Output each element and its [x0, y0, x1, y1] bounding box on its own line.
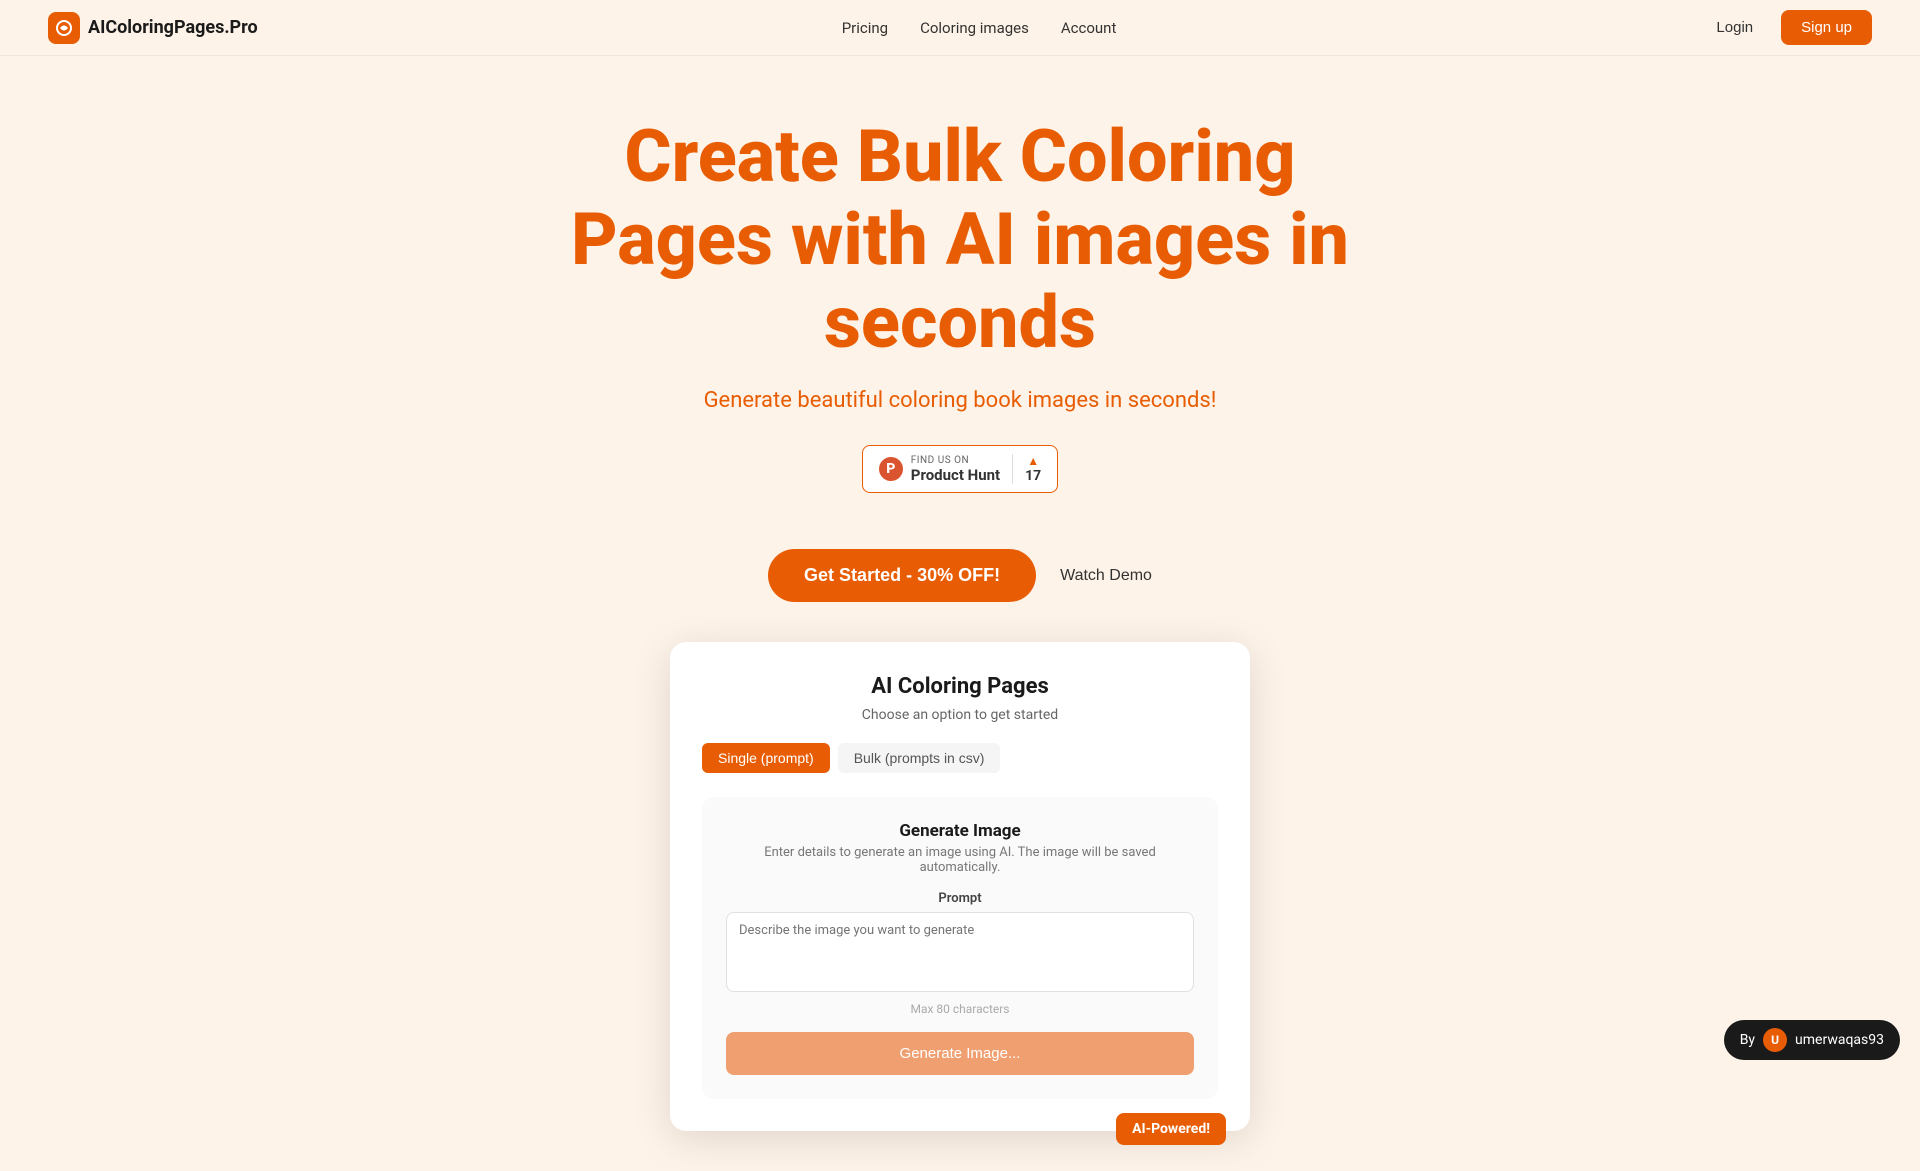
- prompt-textarea[interactable]: [726, 912, 1194, 992]
- generate-image-button[interactable]: Generate Image...: [726, 1032, 1194, 1075]
- prompt-label: Prompt: [726, 891, 1194, 906]
- cta-row: Get Started - 30% OFF! Watch Demo: [20, 549, 1900, 602]
- tab-single-prompt[interactable]: Single (prompt): [702, 743, 830, 773]
- watch-demo-button[interactable]: Watch Demo: [1060, 567, 1152, 585]
- nav-links: Pricing Coloring images Account: [842, 19, 1117, 37]
- signup-button[interactable]: Sign up: [1781, 10, 1872, 45]
- generate-box: Generate Image Enter details to generate…: [702, 797, 1218, 1099]
- ph-vote-count: ▲ 17: [1012, 454, 1041, 484]
- nav-link-account[interactable]: Account: [1061, 19, 1117, 37]
- ph-arrow-icon: ▲: [1027, 454, 1039, 468]
- navbar: AIColoringPages.Pro Pricing Coloring ima…: [0, 0, 1920, 56]
- ph-find-label: FIND US ON: [911, 455, 969, 466]
- nav-link-pricing[interactable]: Pricing: [842, 19, 888, 37]
- login-button[interactable]: Login: [1700, 11, 1769, 44]
- by-label: By: [1740, 1032, 1755, 1048]
- by-user-badge: By U umerwaqas93: [1724, 1020, 1900, 1060]
- nav-logo[interactable]: AIColoringPages.Pro: [48, 12, 258, 44]
- ph-text: FIND US ON Product Hunt: [911, 455, 1000, 484]
- tab-bulk-prompts[interactable]: Bulk (prompts in csv): [838, 743, 1001, 773]
- ph-name: Product Hunt: [911, 466, 1000, 484]
- max-chars-hint: Max 80 characters: [726, 1002, 1194, 1016]
- app-card-subtitle: Choose an option to get started: [702, 707, 1218, 723]
- hero-section: Create Bulk Coloring Pages with AI image…: [0, 56, 1920, 1171]
- user-avatar: U: [1763, 1028, 1787, 1052]
- ph-number: 17: [1025, 468, 1041, 484]
- hero-subtitle: Generate beautiful coloring book images …: [20, 388, 1900, 413]
- logo-icon: [48, 12, 80, 44]
- app-card-title: AI Coloring Pages: [702, 674, 1218, 699]
- ph-logo-icon: P: [879, 457, 903, 481]
- tab-row: Single (prompt) Bulk (prompts in csv): [702, 743, 1218, 773]
- nav-actions: Login Sign up: [1700, 10, 1872, 45]
- app-preview-card: AI Coloring Pages Choose an option to ge…: [670, 642, 1250, 1131]
- username: umerwaqas93: [1795, 1032, 1884, 1048]
- hero-title: Create Bulk Coloring Pages with AI image…: [560, 116, 1360, 364]
- ai-powered-badge: AI-Powered!: [1116, 1113, 1226, 1145]
- generate-title: Generate Image: [726, 821, 1194, 841]
- logo-text: AIColoringPages.Pro: [88, 17, 258, 38]
- generate-description: Enter details to generate an image using…: [726, 845, 1194, 875]
- product-hunt-badge[interactable]: P FIND US ON Product Hunt ▲ 17: [862, 445, 1058, 493]
- nav-link-coloring[interactable]: Coloring images: [920, 19, 1029, 37]
- get-started-button[interactable]: Get Started - 30% OFF!: [768, 549, 1036, 602]
